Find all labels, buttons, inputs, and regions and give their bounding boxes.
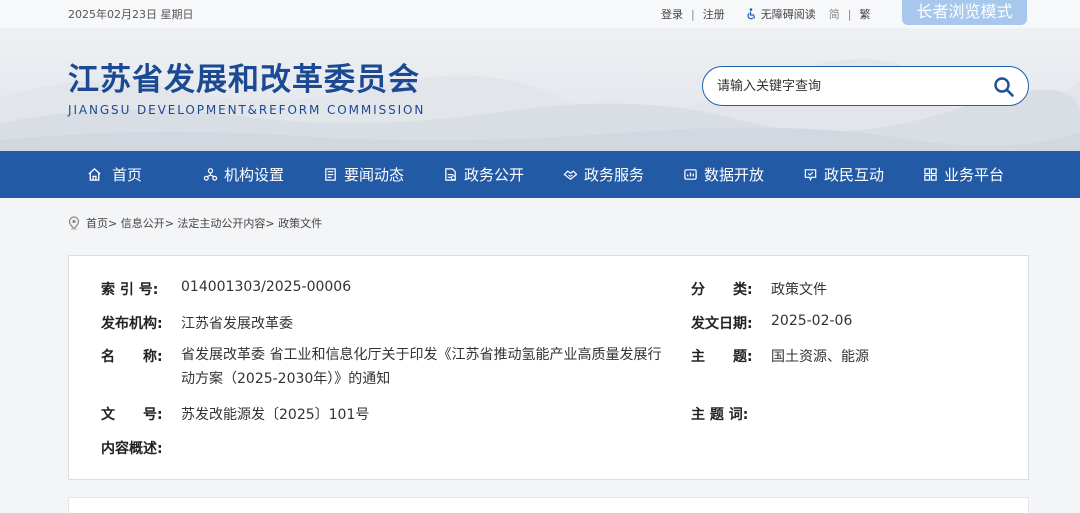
breadcrumb: 首页> 信息公开> 法定主动公开内容> 政策文件 — [68, 215, 322, 231]
nav-item-gov-service[interactable]: 政务服务 — [563, 151, 644, 198]
nav-item-interaction[interactable]: 政民互动 — [803, 151, 884, 198]
divider: 简 — [828, 8, 840, 21]
category-label: 分 类: — [691, 282, 753, 298]
issue-date-label: 发文日期: — [691, 316, 753, 332]
divider: | — [691, 7, 695, 21]
publisher-label: 发布机构: — [101, 316, 163, 332]
nav-label: 政务公开 — [464, 166, 525, 184]
topic-label: 主 题: — [691, 349, 753, 365]
grid-icon — [924, 168, 937, 181]
document-info-panel: 索 引 号: 014001303/2025-00006 分 类: 政策文件 发布… — [68, 255, 1029, 480]
site-title: 江苏省发展和改革委员会 — [68, 62, 420, 98]
topic-value: 国土资源、能源 — [771, 349, 869, 365]
wheelchair-icon — [745, 8, 757, 20]
org-icon — [203, 168, 218, 181]
publisher-value: 江苏省发展改革委 — [181, 316, 293, 332]
nav-item-data-open[interactable]: 数据开放 — [683, 151, 764, 198]
news-icon — [325, 168, 336, 181]
nav-label: 政务服务 — [584, 166, 645, 184]
accessible-reading-link[interactable]: 无障碍阅读 — [761, 6, 816, 22]
nav-item-platform[interactable]: 业务平台 — [923, 151, 1004, 198]
search-icon[interactable] — [993, 76, 1015, 98]
service-icon — [563, 170, 578, 180]
nav-item-gov-open[interactable]: 政务公开 — [443, 151, 524, 198]
docno-value: 苏发改能源发〔2025〕101号 — [181, 407, 370, 423]
name-value: 省发展改革委 省工业和信息化厅关于印发《江苏省推动氢能产业高质量发展行动方案（2… — [181, 347, 662, 387]
content-panel — [68, 497, 1029, 513]
data-icon — [684, 169, 697, 180]
document-icon — [445, 168, 456, 181]
register-link[interactable]: 注册 — [703, 6, 725, 22]
current-date: 2025年02月23日 星期日 — [68, 8, 194, 21]
top-bar: 2025年02月23日 星期日 登录 | 注册 无障碍阅读 简 | 繁 长者浏览… — [0, 0, 1080, 28]
nav-item-news[interactable]: 要闻动态 — [323, 151, 404, 198]
divider: | — [847, 7, 852, 21]
main-nav: 首页 机构设置 要闻动态 政务公开 政务服务 数据开放 政民互动 业务平台 — [0, 151, 1080, 198]
breadcrumb-text[interactable]: 首页> 信息公开> 法定主动公开内容> 政策文件 — [86, 215, 322, 231]
nav-label: 业务平台 — [944, 166, 1005, 184]
category-value: 政策文件 — [771, 282, 827, 298]
index-label: 索 引 号: — [101, 282, 159, 298]
name-label: 名 称: — [101, 349, 163, 365]
nav-label: 数据开放 — [704, 166, 765, 184]
login-link[interactable]: 登录 — [661, 6, 683, 22]
keywords-label: 主 题 词: — [691, 407, 749, 423]
nav-label: 政民互动 — [824, 166, 885, 184]
nav-label: 要闻动态 — [344, 166, 405, 184]
site-subtitle: JIANGSU DEVELOPMENT&REFORM COMMISSION — [68, 103, 426, 117]
home-icon — [88, 167, 101, 181]
nav-label: 机构设置 — [224, 166, 285, 184]
summary-label: 内容概述: — [101, 441, 163, 457]
docno-label: 文 号: — [101, 407, 163, 423]
nav-item-org[interactable]: 机构设置 — [203, 151, 284, 198]
elder-mode-button[interactable]: 长者浏览模式 — [902, 0, 1027, 25]
location-pin-icon — [68, 216, 80, 230]
index-value: 014001303/2025-00006 — [181, 279, 352, 295]
top-links: 登录 | 注册 无障碍阅读 简 | 繁 — [661, 6, 870, 22]
chat-icon — [804, 169, 817, 182]
search-box — [702, 66, 1029, 106]
nav-item-home[interactable]: 首页 — [87, 151, 142, 198]
traditional-link[interactable]: 繁 — [859, 6, 870, 22]
nav-label: 首页 — [112, 166, 143, 184]
issue-date-value: 2025-02-06 — [771, 313, 853, 329]
site-header: 江苏省发展和改革委员会 JIANGSU DEVELOPMENT&REFORM C… — [0, 28, 1080, 151]
search-input[interactable] — [717, 76, 977, 96]
